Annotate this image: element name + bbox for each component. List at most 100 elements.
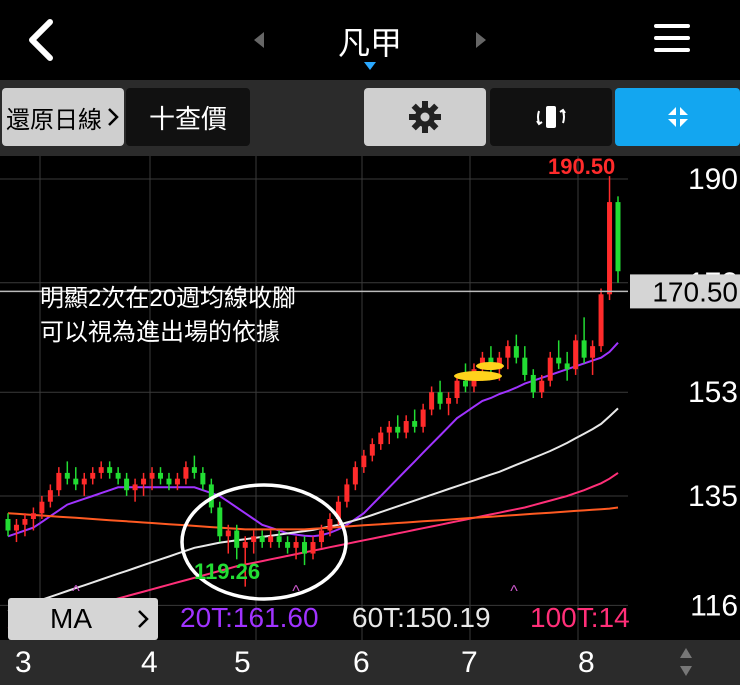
moving-average-lines <box>7 342 619 630</box>
x-tick-label: 8 <box>578 646 595 679</box>
candle-body <box>90 472 96 479</box>
y-axis: 190172153135116 <box>688 163 738 622</box>
candle-body <box>369 444 375 456</box>
candle-body <box>420 409 426 427</box>
candle-body <box>64 472 70 479</box>
candle-body <box>259 536 265 543</box>
rotate-screen-icon <box>536 106 566 128</box>
candle-body <box>513 346 519 358</box>
collapse-arrows-icon <box>667 107 688 127</box>
settings-button[interactable] <box>364 88 486 146</box>
candle-body <box>217 507 223 537</box>
candle-body <box>191 467 197 473</box>
candle-body <box>81 478 87 485</box>
candle-body <box>285 542 291 548</box>
title-dropdown-icon[interactable] <box>364 62 376 70</box>
candle-body <box>302 542 308 554</box>
scroll-arrows-icon[interactable] <box>676 644 696 680</box>
candle-body <box>446 398 452 404</box>
candle-body <box>158 472 163 479</box>
y-tick-label: 153 <box>688 376 738 409</box>
low-price-label: 119.26 <box>194 559 260 584</box>
ma100-legend: 100T:14 <box>530 602 630 633</box>
x-tick-label: 4 <box>141 646 158 679</box>
restore-daily-button[interactable]: 還原日線 <box>2 88 124 146</box>
ma-line-60T <box>7 407 619 613</box>
candle-body <box>149 472 155 479</box>
candle-body <box>22 519 28 525</box>
candle-body <box>132 484 138 491</box>
top-bar: 凡甲 <box>0 0 740 80</box>
candle-body <box>547 357 553 381</box>
ma-line-long <box>7 506 619 531</box>
candle-body <box>581 340 587 358</box>
candle-body <box>310 542 316 554</box>
y-tick-label: 135 <box>688 480 738 513</box>
candle-body <box>454 380 460 398</box>
candle-body <box>539 380 545 393</box>
candle-body <box>225 530 231 537</box>
candle-body <box>183 467 189 479</box>
gear-icon <box>409 101 441 133</box>
candle-body <box>615 202 621 272</box>
candle-body <box>251 536 257 543</box>
candle-body <box>242 542 248 548</box>
current-price-tag: 170.50 <box>630 274 740 309</box>
query-price-button[interactable]: 十查價 <box>126 88 250 146</box>
candle-body <box>403 421 409 433</box>
candle-body <box>73 478 79 485</box>
candle-body <box>573 340 579 370</box>
candle-body <box>98 467 104 473</box>
prev-stock-icon[interactable] <box>254 32 264 48</box>
x-tick-label: 5 <box>234 646 251 679</box>
high-price-label: 190.50 <box>548 156 615 179</box>
period-marker-caret: ^ <box>510 583 518 600</box>
annotation-line-1: 明顯2次在20週均線收腳 <box>40 285 296 312</box>
candle-body <box>293 542 299 548</box>
candle-body <box>166 478 172 485</box>
candle-body <box>361 455 367 468</box>
ma60-legend: 60T:150.19 <box>352 602 491 633</box>
candle-body <box>564 363 570 370</box>
candle-body <box>607 202 613 295</box>
candle-body <box>463 380 468 387</box>
candle-body <box>327 519 333 531</box>
current-price-label: 170.50 <box>652 276 738 307</box>
candle-body <box>522 357 528 375</box>
candle-body <box>234 530 240 548</box>
candle-body <box>437 392 443 404</box>
candlestick-chart[interactable]: 190172153135116 170.50 明顯2次在20週均線收腳 可以視為… <box>0 156 740 640</box>
candle-body <box>386 426 392 433</box>
x-tick-label: 3 <box>15 646 32 679</box>
candle-body <box>412 421 418 427</box>
next-stock-icon[interactable] <box>476 32 486 48</box>
candle-body <box>268 536 274 543</box>
candle-body <box>124 478 130 491</box>
candle-body <box>13 524 19 531</box>
back-arrow-icon[interactable] <box>22 18 62 62</box>
page-title: 凡甲 <box>337 25 402 61</box>
candle-body <box>318 530 324 543</box>
candle-body <box>30 513 36 519</box>
candle-body <box>352 467 358 485</box>
candle-body <box>344 484 350 502</box>
ma-selector-button[interactable]: MA <box>8 598 158 640</box>
rotate-button[interactable] <box>490 88 612 146</box>
candle-body <box>395 426 401 433</box>
candle-body <box>556 357 562 364</box>
ma20-legend: 20T:161.60 <box>180 602 319 633</box>
chevron-right-icon <box>138 610 149 628</box>
candle-body <box>378 432 384 445</box>
y-tick-label: 116 <box>690 589 738 622</box>
candle-body <box>200 472 206 485</box>
candle-body <box>598 294 604 347</box>
candle-body <box>5 519 11 531</box>
candle-body <box>590 346 596 358</box>
annotation-line-2: 可以視為進出場的依據 <box>40 319 280 346</box>
hamburger-menu-icon[interactable] <box>654 24 690 56</box>
ma-button-label: MA <box>50 603 92 634</box>
candle-body <box>276 536 282 543</box>
candle-body <box>115 472 121 479</box>
fullscreen-button[interactable] <box>615 88 740 146</box>
candle-body <box>505 346 511 358</box>
